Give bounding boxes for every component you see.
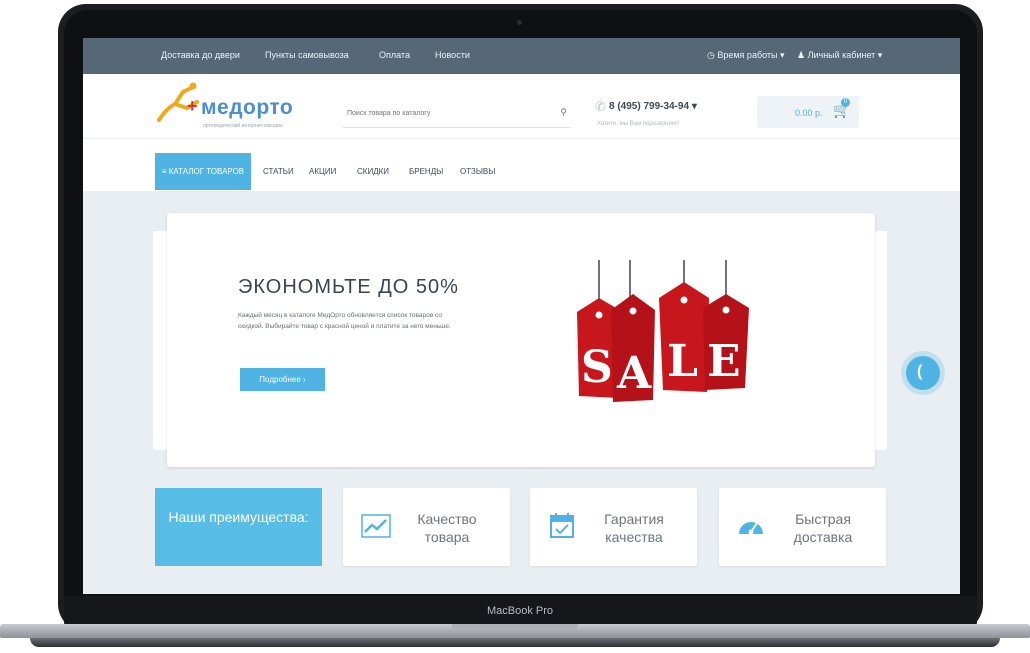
account-dropdown[interactable]: ♟ Личный кабинет ▾ (797, 50, 882, 61)
account-label: Личный кабинет (807, 50, 876, 60)
topbar-link-delivery[interactable]: Доставка до двери (161, 50, 240, 60)
callback-link[interactable]: Хотите, мы Вам перезвоним? (597, 121, 679, 127)
phone-icon: ✆ (595, 99, 606, 114)
advantage-label-delivery: Быстрая доставка (793, 511, 853, 545)
slide-description: Каждый месяц в каталоге МедОрто обновляе… (238, 312, 451, 330)
cart-count-badge: 0 (841, 98, 850, 107)
cart-total: 0.00 р. (795, 108, 823, 118)
sale-tags-image: S A L E (577, 260, 749, 402)
sale-letter-a: A (616, 348, 652, 399)
logo-wordmark[interactable]: медорто (201, 96, 293, 120)
callback-button[interactable]: ( (906, 356, 940, 390)
advantage-label-guarantee: Гарантия качества (604, 511, 664, 545)
calendar-check-icon (550, 513, 574, 538)
advantages-heading: Наши преимущества: (155, 488, 322, 566)
nav-item-discounts[interactable]: СКИДКИ (357, 167, 389, 176)
nav-item-articles[interactable]: СТАТЬИ (263, 167, 294, 176)
top-bar: Доставка до двери Пункты самовывоза Опла… (83, 38, 960, 74)
work-hours-dropdown[interactable]: ◷ Время работы ▾ (707, 50, 785, 61)
browser-screen: Доставка до двери Пункты самовывоза Опла… (83, 38, 960, 594)
topbar-link-news[interactable]: Новости (435, 50, 470, 60)
more-button-label: Подробнее (259, 375, 301, 384)
logo-tagline: ортопедический интернет-магазин (203, 123, 283, 129)
slide-title: ЭКОНОМЬТЕ ДО 50% (238, 276, 459, 298)
catalog-label: КАТАЛОГ ТОВАРОВ (168, 167, 245, 176)
logo-plus: + (187, 96, 198, 116)
sale-letter-l: L (667, 336, 698, 387)
laptop-base-shadow (30, 638, 1000, 647)
search-icon[interactable]: ⚲ (560, 107, 567, 118)
speedometer-icon (739, 522, 763, 535)
laptop-notch (452, 624, 578, 631)
phone-text: 8 (495) 799-34-94 (609, 101, 690, 112)
camera (517, 20, 522, 25)
sale-letter-e: E (707, 336, 741, 387)
work-hours-label: Время работы (717, 50, 778, 60)
advantage-label-quality: Качество товара (417, 511, 477, 545)
phone-number[interactable]: 8 (495) 799-34-94 ▾ (609, 101, 697, 112)
phone-handset-icon: ( (917, 363, 923, 380)
advantage-card-delivery: Быстрая доставка (719, 488, 886, 566)
advantage-card-quality: Качество товара (343, 488, 510, 566)
topbar-link-pickup[interactable]: Пункты самовывоза (265, 50, 349, 60)
catalog-button[interactable]: ≡ КАТАЛОГ ТОВАРОВ (155, 153, 251, 190)
nav-item-promotions[interactable]: АКЦИИ (309, 167, 336, 176)
search-box: ⚲ (343, 101, 571, 128)
topbar-link-payment[interactable]: Оплата (379, 50, 410, 60)
sale-letter-s: S (581, 342, 613, 393)
device-brand: MacBook Pro (486, 605, 554, 617)
nav-item-brands[interactable]: БРЕНДЫ (409, 167, 443, 176)
nav-item-reviews[interactable]: ОТЗЫВЫ (460, 167, 495, 176)
more-button[interactable]: Подробнее › (240, 368, 325, 391)
advantage-card-guarantee: Гарантия качества (530, 488, 697, 566)
chart-up-icon (361, 514, 391, 538)
search-input[interactable] (343, 101, 551, 125)
